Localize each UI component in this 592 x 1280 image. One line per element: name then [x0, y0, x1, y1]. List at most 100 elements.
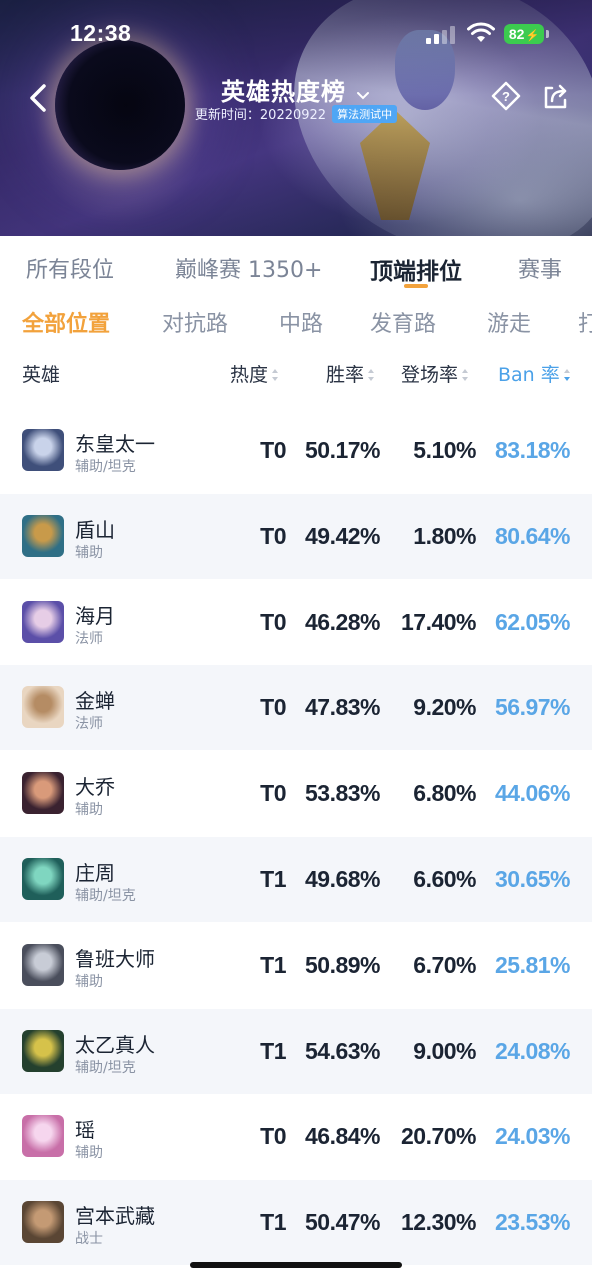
win-rate: 46.84% — [304, 1123, 381, 1150]
tab-roam[interactable]: 游走 — [487, 306, 531, 338]
hero-avatar — [22, 772, 64, 815]
hero-role: 辅助 — [75, 544, 103, 561]
svg-text:?: ? — [502, 89, 510, 104]
heat-tier: T0 — [260, 780, 286, 807]
ban-rate: 62.05% — [494, 608, 571, 635]
column-header-hero: 英雄 — [22, 364, 61, 386]
hero-avatar — [22, 1201, 64, 1244]
tab-jungle[interactable]: 打 — [578, 306, 592, 338]
hero-role: 辅助 — [75, 802, 103, 819]
hero-role: 辅助/坦克 — [75, 459, 136, 475]
battery-icon: 82⚡ — [504, 24, 544, 44]
tab-peak-1350[interactable]: 巅峰赛 1350+ — [175, 252, 322, 284]
hero-avatar — [22, 514, 64, 557]
ban-rate: 30.65% — [494, 866, 571, 892]
heat-tier: T0 — [260, 694, 286, 721]
heat-tier: T0 — [260, 1123, 286, 1150]
header-banner: 12:38 82⚡ 英雄热度榜 更新时间：20220922 算法测试中 ? — [0, 0, 592, 236]
pick-rate: 6.80% — [413, 780, 476, 807]
heat-tier: T1 — [260, 866, 286, 892]
hero-name: 鲁班大师 — [75, 946, 155, 971]
tab-all-ranks[interactable]: 所有段位 — [26, 252, 114, 284]
hero-name: 瑶 — [75, 1118, 95, 1143]
win-rate: 46.28% — [304, 608, 381, 635]
hero-row[interactable]: 大乔辅助 T0 53.83% 6.80% 44.06% — [0, 751, 592, 836]
pick-rate: 9.00% — [413, 1037, 476, 1064]
sort-desc-icon — [563, 368, 570, 381]
win-rate: 47.83% — [304, 694, 381, 721]
win-rate: 50.47% — [304, 1209, 381, 1236]
help-diamond-icon[interactable]: ? — [490, 80, 522, 112]
hero-avatar — [22, 686, 64, 729]
column-header-win-rate[interactable]: 胜率 — [326, 360, 375, 387]
ban-rate: 83.18% — [494, 437, 571, 463]
status-time: 12:38 — [70, 20, 132, 46]
ban-rate: 80.64% — [494, 522, 571, 549]
heat-tier: T1 — [260, 951, 286, 978]
wifi-icon — [467, 22, 495, 42]
ban-rate: 25.81% — [494, 951, 571, 978]
hero-row[interactable]: 东皇太一 辅助/坦克 T0 50.17% 5.10% 83.18% — [0, 408, 592, 493]
hero-row[interactable]: 太乙真人辅助/坦克 T1 54.63% 9.00% 24.08% — [0, 1008, 592, 1094]
position-tabs: 全部位置 对抗路 中路 发育路 游走 打 — [0, 306, 592, 346]
win-rate: 54.63% — [304, 1037, 381, 1064]
hero-row[interactable]: 盾山 辅助 T0 49.42% 1.80% 80.64% — [0, 493, 592, 579]
pick-rate: 1.80% — [413, 522, 476, 549]
ban-rate: 24.08% — [494, 1037, 571, 1064]
win-rate: 53.83% — [304, 780, 381, 807]
heat-tier: T1 — [260, 1209, 286, 1236]
pick-rate: 6.60% — [413, 866, 476, 892]
chevron-down-icon — [357, 91, 370, 99]
column-header-ban-rate[interactable]: Ban 率 — [498, 360, 571, 387]
ban-rate: 44.06% — [494, 780, 571, 807]
hero-name: 海月 — [75, 603, 115, 628]
tab-mid-lane[interactable]: 中路 — [279, 306, 323, 338]
page-title: 英雄热度榜 — [220, 78, 346, 106]
hero-avatar — [22, 600, 64, 643]
hero-name: 庄周 — [75, 861, 115, 885]
hero-role: 辅助/坦克 — [75, 888, 136, 904]
hero-role: 法师 — [75, 716, 103, 733]
hero-row[interactable]: 鲁班大师 辅助 T1 50.89% 6.70% 25.81% — [0, 923, 592, 1008]
hero-row[interactable]: 海月法师 T0 46.28% 17.40% 62.05% — [0, 580, 592, 665]
tab-top-ranked[interactable]: 顶端排位 — [370, 252, 462, 286]
hero-role: 战士 — [75, 1231, 103, 1248]
win-rate: 50.17% — [304, 437, 381, 463]
hero-avatar — [22, 429, 64, 471]
ban-rate: 23.53% — [494, 1209, 571, 1236]
hero-name: 金蝉 — [75, 689, 115, 714]
column-header-pick-rate[interactable]: 登场率 — [401, 360, 469, 387]
rank-tabs: 所有段位 巅峰赛 1350+ 顶端排位 赛事 — [0, 236, 592, 296]
heat-tier: T0 — [260, 608, 286, 635]
win-rate: 49.68% — [304, 866, 381, 892]
hero-row[interactable]: 宫本武藏 战士 T1 50.47% 12.30% 23.53% — [0, 1180, 592, 1266]
hero-name: 太乙真人 — [75, 1032, 155, 1057]
sort-icon — [462, 368, 469, 381]
tab-clash-lane[interactable]: 对抗路 — [162, 306, 228, 338]
hero-row[interactable]: 瑶辅助 T0 46.84% 20.70% 24.03% — [0, 1094, 592, 1179]
ranking-panel: 所有段位 巅峰赛 1350+ 顶端排位 赛事 全部位置 对抗路 中路 发育路 游… — [0, 236, 592, 1280]
hero-role: 法师 — [75, 630, 103, 647]
tab-farm-lane[interactable]: 发育路 — [370, 306, 436, 338]
heat-tier: T1 — [260, 1037, 286, 1064]
heat-tier: T0 — [260, 437, 286, 463]
hero-role: 辅助/坦克 — [75, 1059, 136, 1076]
heat-tier: T0 — [260, 522, 286, 549]
sort-icon — [368, 368, 375, 381]
tab-tournament[interactable]: 赛事 — [518, 252, 562, 284]
hero-row[interactable]: 金蝉 法师 T0 47.83% 9.20% 56.97% — [0, 665, 592, 751]
hero-name: 宫本武藏 — [75, 1204, 155, 1229]
hero-name: 大乔 — [75, 775, 115, 800]
algo-badge: 算法测试中 — [332, 105, 398, 123]
ban-rate: 56.97% — [494, 694, 571, 721]
share-icon[interactable] — [540, 82, 570, 112]
tab-all-positions[interactable]: 全部位置 — [22, 306, 110, 338]
hero-avatar — [22, 1115, 64, 1158]
cellular-signal-icon — [426, 26, 456, 44]
pick-rate: 20.70% — [400, 1123, 477, 1150]
hero-name: 东皇太一 — [75, 432, 155, 456]
column-header-heat[interactable]: 热度 — [230, 360, 279, 387]
hero-row[interactable]: 庄周辅助/坦克 T1 49.68% 6.60% 30.65% — [0, 837, 592, 922]
pick-rate: 17.40% — [400, 608, 477, 635]
win-rate: 49.42% — [304, 522, 381, 549]
